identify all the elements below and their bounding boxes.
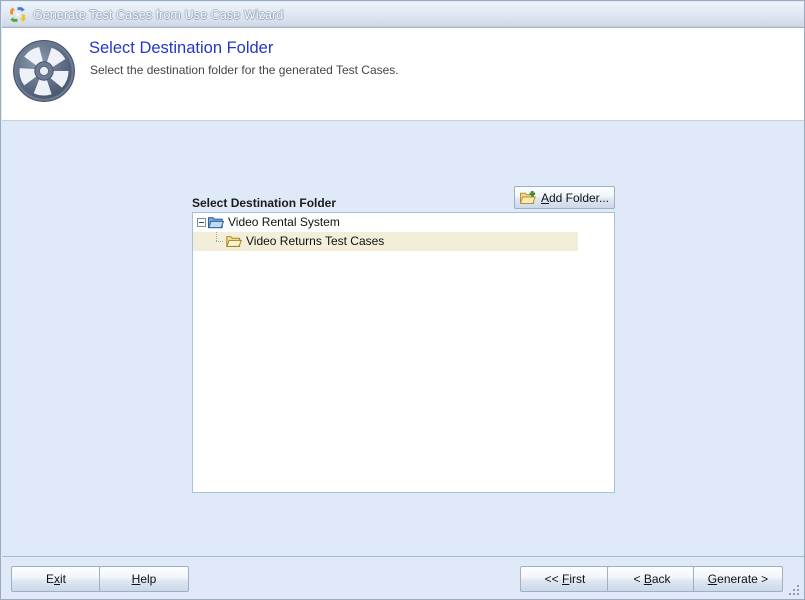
add-folder-label: Add Folder... xyxy=(540,190,610,205)
destination-folder-tree[interactable]: Video Rental System Video Returns Test C… xyxy=(192,212,615,493)
tree-node-video-rental-system[interactable]: Video Rental System xyxy=(193,213,614,232)
help-button-label: Help xyxy=(131,572,157,586)
folder-add-icon xyxy=(519,190,536,205)
add-folder-button[interactable]: Add Folder... xyxy=(514,186,615,209)
generate-button-label: Generate > xyxy=(707,572,769,586)
destination-folder-label: Select Destination Folder xyxy=(192,196,337,210)
exit-button-label: Exit xyxy=(45,572,66,586)
back-button-label: < Back xyxy=(633,572,671,586)
exit-button[interactable]: Exit xyxy=(11,566,101,592)
recycle-arrows-icon xyxy=(9,6,26,23)
first-button[interactable]: << First xyxy=(520,566,610,592)
back-button[interactable]: < Back xyxy=(607,566,697,592)
title-bar[interactable]: Generate Test Cases from Use Case Wizard xyxy=(2,2,804,28)
resize-grip-icon[interactable] xyxy=(787,583,801,597)
tree-node-label: Video Rental System xyxy=(228,215,340,229)
page-title: Select Destination Folder xyxy=(89,39,274,57)
page-subtitle: Select the destination folder for the ge… xyxy=(90,63,399,77)
folder-open-blue-icon xyxy=(207,216,225,229)
tree-connector-line xyxy=(215,232,226,251)
generate-button[interactable]: Generate > xyxy=(693,566,783,592)
folder-open-yellow-icon xyxy=(226,235,243,248)
tree-node-label: Video Returns Test Cases xyxy=(246,234,385,248)
first-button-label: << First xyxy=(544,572,586,586)
help-button[interactable]: Help xyxy=(99,566,189,592)
wizard-footer: Exit Help << First < Back Generate > xyxy=(2,556,804,599)
wizard-header: Select Destination Folder Select the des… xyxy=(2,28,804,121)
collapse-minus-icon[interactable] xyxy=(197,218,206,227)
gear-wheel-icon xyxy=(12,39,76,103)
wizard-window: Generate Test Cases from Use Case Wizard xyxy=(0,0,805,600)
tree-node-video-returns-test-cases[interactable]: Video Returns Test Cases xyxy=(193,232,578,251)
window-title: Generate Test Cases from Use Case Wizard xyxy=(33,7,284,22)
wizard-body: Select Destination Folder Add Folder... xyxy=(2,122,804,556)
